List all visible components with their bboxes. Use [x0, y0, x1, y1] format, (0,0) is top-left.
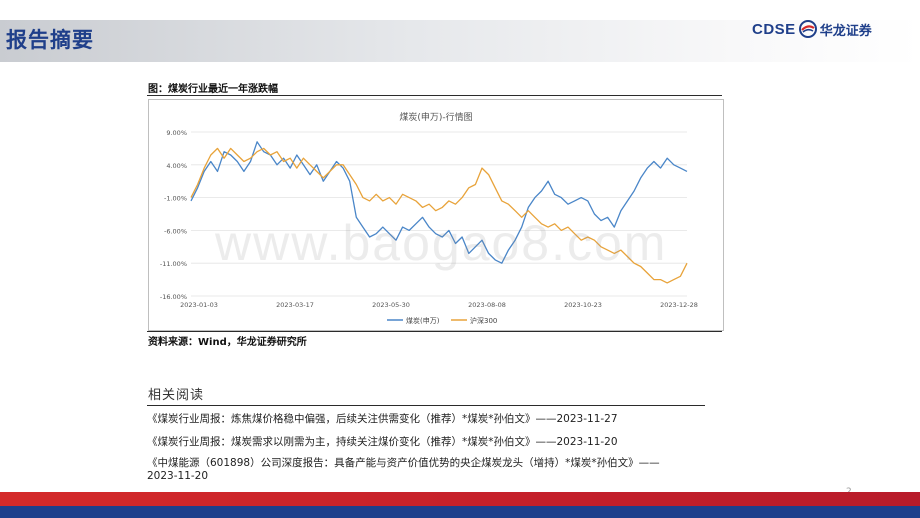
related-reading-title: 相关阅读 [148, 388, 205, 403]
dragon-logo-icon [798, 20, 817, 38]
figure-source: 资料来源：Wind，华龙证券研究所 [148, 337, 307, 348]
logo-cn-text: 华龙证券 [819, 23, 872, 39]
legend-label-2: 沪深300 [470, 316, 497, 325]
x-tick-label: 2023-08-08 [468, 301, 506, 309]
y-tick-label: 9.00% [166, 129, 187, 137]
company-logo: CDSE 华龙证券 [752, 18, 872, 40]
related-link-1[interactable]: 《煤炭行业周报：炼焦煤价格稳中偏强，后续关注供需变化（推荐）*煤炭*孙伯文》——… [147, 411, 618, 426]
caption-divider [147, 95, 722, 96]
x-tick-label: 2023-12-28 [660, 301, 698, 309]
related-divider [147, 405, 705, 406]
y-tick-label: -11.00% [160, 260, 187, 268]
line-chart: 煤炭(申万)-行情图 9.00% 4.00% -1.00% -6.00% -11.00% -… [160, 111, 698, 325]
x-tick-label: 2023-05-30 [372, 301, 410, 309]
page-title: 报告摘要 [6, 28, 94, 52]
y-tick-label: -6.00% [164, 227, 187, 235]
y-tick-label: -16.00% [160, 293, 187, 301]
series-line-1 [190, 141, 688, 264]
logo-latin-text: CDSE [752, 20, 796, 38]
footer-navy-band [0, 506, 920, 518]
related-link-3[interactable]: 《中煤能源（601898）公司深度报告：具备产能与资产价值优势的央企煤炭龙头（增… [147, 455, 660, 470]
x-tick-label: 2023-03-17 [276, 301, 314, 309]
series-line-2 [190, 147, 688, 284]
legend-label-1: 煤炭(申万) [406, 316, 440, 325]
related-link-2[interactable]: 《煤炭行业周报：煤炭需求以刚需为主，持续关注煤价变化（推荐）*煤炭*孙伯文》——… [147, 434, 618, 449]
x-tick-label: 2023-10-23 [564, 301, 602, 309]
y-tick-label: -1.00% [164, 195, 187, 203]
figure-caption: 图：煤炭行业最近一年涨跌幅 [148, 84, 278, 95]
y-tick-label: 4.00% [166, 162, 187, 170]
footer-red-band [0, 492, 920, 506]
chart-title: 煤炭(申万)-行情图 [399, 111, 472, 123]
chart-frame: 煤炭(申万)-行情图 9.00% 4.00% -1.00% -6.00% -11.00% -… [148, 99, 724, 331]
x-tick-label: 2023-01-03 [180, 301, 218, 309]
source-divider [147, 331, 722, 332]
related-link-3-date[interactable]: 2023-11-20 [147, 470, 208, 482]
